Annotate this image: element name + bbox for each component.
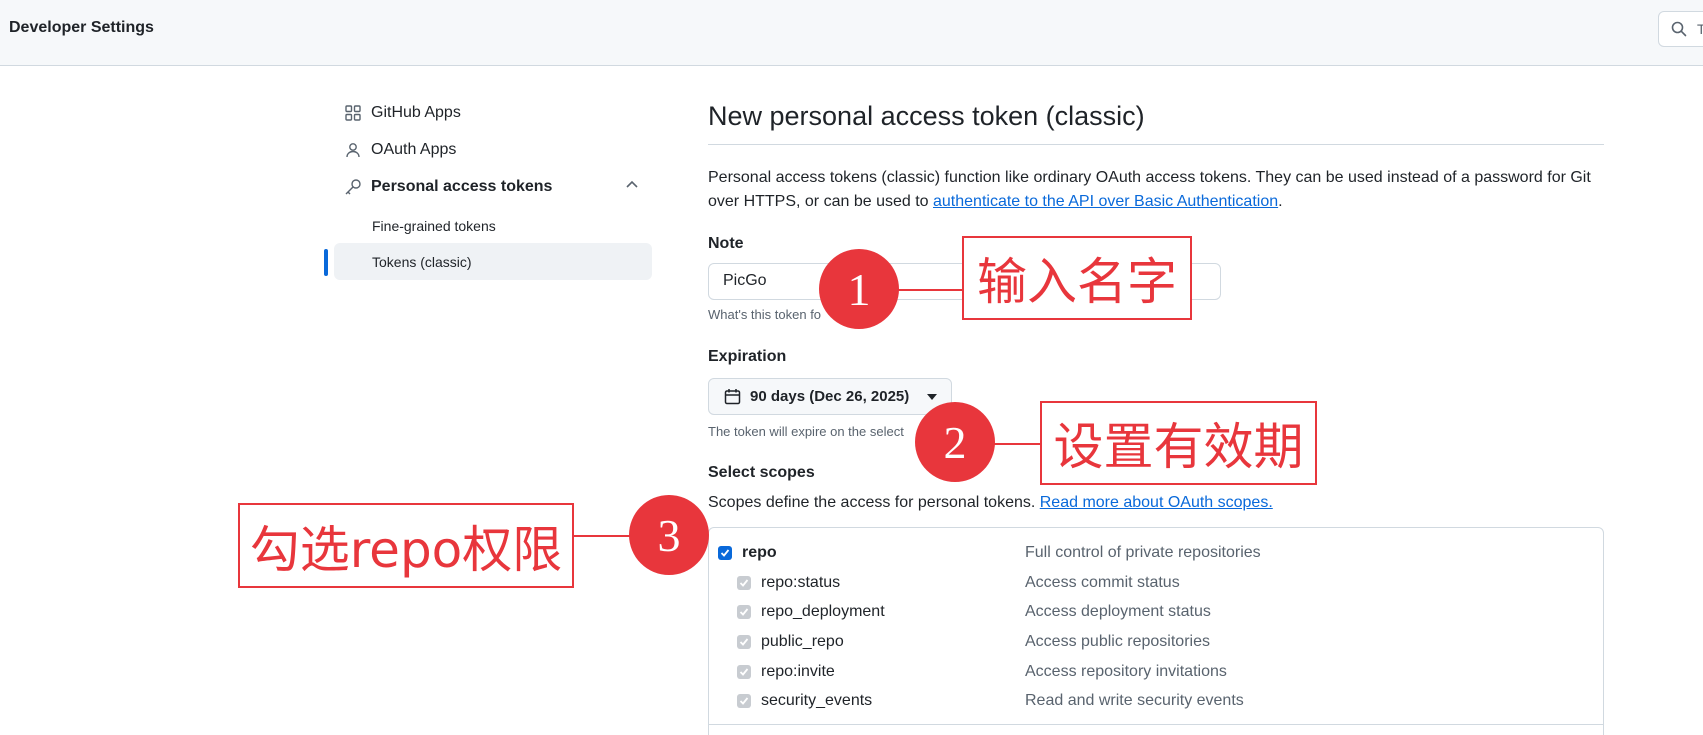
- scope-name: repo_deployment: [761, 603, 885, 620]
- scope-desc: Read and write security events: [1025, 692, 1244, 709]
- scope-name: repo:invite: [761, 663, 835, 680]
- scope-row-repo[interactable]: repo: [718, 542, 777, 564]
- annotation-label-2: 设置有效期: [1040, 401, 1317, 485]
- scope-desc: Access deployment status: [1025, 603, 1211, 620]
- note-hint: What's this token fo: [708, 307, 822, 322]
- scope-row-repo-deployment: repo_deployment: [737, 601, 885, 623]
- person-icon: [343, 140, 363, 160]
- scope-desc: Access commit status: [1025, 574, 1180, 591]
- sidebar-item-github-apps[interactable]: GitHub Apps: [343, 96, 461, 130]
- search-icon: [1671, 21, 1687, 37]
- scopes-intro: Scopes define the access for personal to…: [708, 494, 1273, 512]
- scope-name: repo: [742, 544, 777, 561]
- checkbox-repo-deployment: [737, 605, 751, 619]
- expiration-select[interactable]: 90 days (Dec 26, 2025): [708, 378, 952, 415]
- expiration-hint: The token will expire on the select: [708, 424, 904, 439]
- chevron-up-icon[interactable]: [625, 179, 639, 189]
- checkbox-repo-status: [737, 576, 751, 590]
- active-indicator: [324, 249, 328, 276]
- annotation-label-1: 输入名字: [962, 236, 1192, 320]
- note-label: Note: [708, 235, 744, 252]
- sidebar-item-oauth-apps[interactable]: OAuth Apps: [343, 133, 456, 167]
- scopes-label: Select scopes: [708, 464, 815, 481]
- scope-row-repo-status: repo:status: [737, 572, 840, 594]
- sidebar-subitem-tokens-classic[interactable]: Tokens (classic): [334, 243, 652, 280]
- page-title: New personal access token (classic): [708, 101, 1145, 131]
- basic-auth-link[interactable]: authenticate to the API over Basic Authe…: [933, 193, 1278, 210]
- oauth-scopes-link[interactable]: Read more about OAuth scopes.: [1040, 494, 1273, 511]
- apps-grid-icon: [343, 103, 363, 123]
- scope-desc: Full control of private repositories: [1025, 544, 1261, 561]
- sidebar-item-label: GitHub Apps: [371, 104, 461, 121]
- sidebar-subitem-fine-grained-tokens[interactable]: Fine-grained tokens: [334, 207, 652, 244]
- annotation-label-3: 勾选repo权限: [238, 503, 574, 588]
- checkbox-repo[interactable]: [718, 546, 732, 560]
- caret-down-icon: [927, 394, 937, 400]
- sidebar-item-label: OAuth Apps: [371, 141, 457, 158]
- annotation-marker-2: 2: [915, 402, 995, 482]
- expiration-label: Expiration: [708, 348, 787, 365]
- scope-name: public_repo: [761, 633, 844, 650]
- annotation-marker-3: 3: [629, 495, 709, 575]
- key-icon: [343, 177, 363, 197]
- checkbox-public-repo: [737, 635, 751, 649]
- top-bar: Developer Settings T: [0, 0, 1703, 66]
- sidebar-subitem-label: Fine-grained tokens: [372, 217, 496, 234]
- scope-row-repo-invite: repo:invite: [737, 661, 835, 683]
- calendar-icon: [724, 388, 741, 405]
- scopes-divider: [708, 724, 1604, 725]
- scope-row-security-events: security_events: [737, 690, 872, 712]
- intro-text: Personal access tokens (classic) functio…: [708, 166, 1608, 214]
- checkbox-security-events: [737, 694, 751, 708]
- checkbox-repo-invite: [737, 665, 751, 679]
- scope-desc: Access repository invitations: [1025, 663, 1227, 680]
- scope-name: repo:status: [761, 574, 841, 591]
- sidebar-subitem-label: Tokens (classic): [372, 253, 472, 270]
- intro-end: .: [1278, 193, 1283, 210]
- title-divider: [708, 144, 1604, 145]
- sidebar-item-label: Personal access tokens: [371, 178, 553, 195]
- search-input[interactable]: T: [1658, 11, 1703, 47]
- expiration-value: 90 days (Dec 26, 2025): [750, 388, 910, 405]
- scope-desc: Access public repositories: [1025, 633, 1210, 650]
- scope-name: security_events: [761, 692, 873, 709]
- search-placeholder: T: [1697, 21, 1703, 37]
- annotation-marker-1: 1: [819, 249, 899, 329]
- sidebar-item-personal-access-tokens[interactable]: Personal access tokens: [343, 170, 552, 204]
- scope-row-public-repo: public_repo: [737, 631, 844, 653]
- scopes-intro-body: Scopes define the access for personal to…: [708, 494, 1040, 511]
- header-title: Developer Settings: [9, 19, 154, 36]
